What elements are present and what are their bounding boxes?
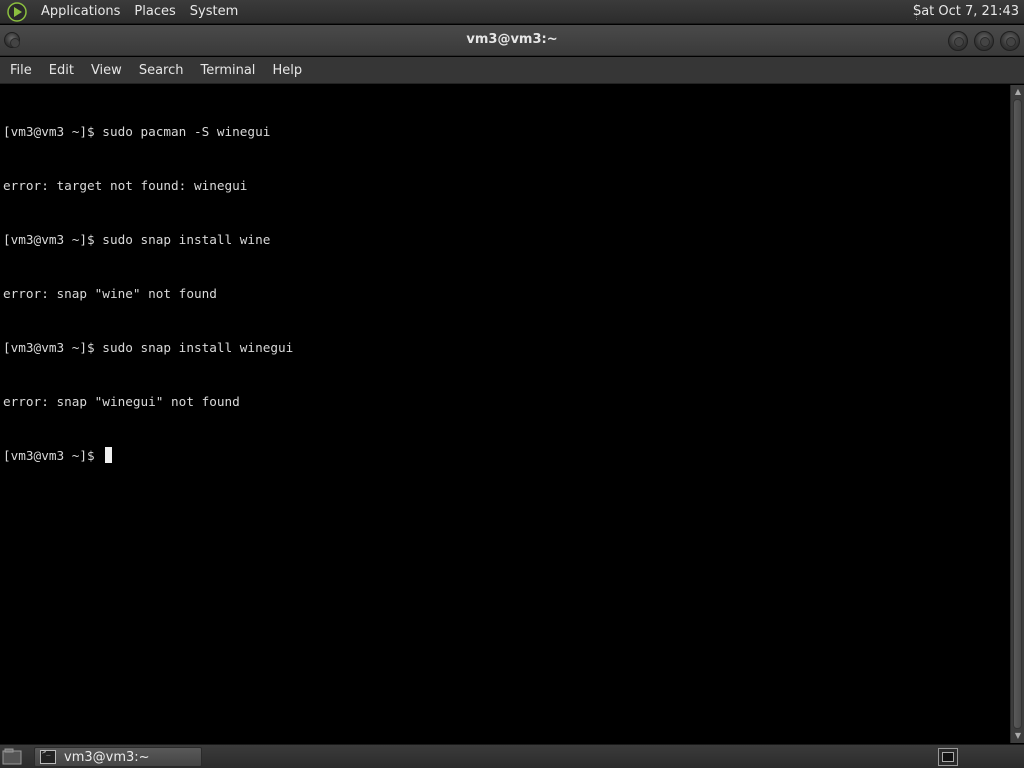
terminal-scrollbar[interactable]: ▲ ▼	[1010, 85, 1024, 743]
system-menu[interactable]: System	[183, 0, 245, 24]
menu-view[interactable]: View	[84, 57, 129, 84]
terminal-icon	[40, 748, 56, 764]
minimize-button[interactable]	[948, 31, 968, 51]
menu-edit[interactable]: Edit	[42, 57, 81, 84]
clock[interactable]: Sat Oct 7, 21:43	[913, 0, 1019, 24]
maximize-icon	[974, 31, 994, 51]
taskbar-task-label: vm3@vm3:~	[64, 749, 150, 765]
close-icon	[1000, 31, 1020, 51]
terminal-output[interactable]: [vm3@vm3 ~]$ sudo pacman -S winegui erro…	[0, 85, 1010, 743]
terminal-line: error: target not found: winegui	[3, 178, 248, 193]
minimize-icon	[948, 31, 968, 51]
scrollbar-thumb[interactable]	[1013, 99, 1022, 729]
terminal-line: [vm3@vm3 ~]$ sudo snap install wine	[3, 232, 271, 247]
scroll-down-arrow-icon[interactable]: ▼	[1013, 731, 1023, 741]
close-button[interactable]	[1000, 31, 1020, 51]
top-panel: Applications Places System Sat Oct 7, 21…	[0, 0, 1024, 24]
terminal-line: error: snap "winegui" not found	[3, 394, 240, 409]
maximize-button[interactable]	[974, 31, 994, 51]
terminal-line: [vm3@vm3 ~]$ sudo pacman -S winegui	[3, 124, 271, 139]
show-desktop-icon[interactable]	[2, 748, 22, 766]
menu-search[interactable]: Search	[132, 57, 191, 84]
workspace-switcher-icon[interactable]	[938, 748, 958, 766]
text-cursor	[105, 447, 113, 463]
window-titlebar[interactable]: vm3@vm3:~	[0, 25, 1024, 56]
bottom-panel: vm3@vm3:~	[0, 744, 1024, 768]
taskbar-terminal-button[interactable]: vm3@vm3:~	[34, 747, 202, 767]
applications-menu[interactable]: Applications	[34, 0, 127, 24]
menu-terminal[interactable]: Terminal	[193, 57, 262, 84]
terminal-prompt-line[interactable]: [vm3@vm3 ~]$	[3, 447, 1010, 465]
menu-help[interactable]: Help	[265, 57, 309, 84]
places-menu[interactable]: Places	[127, 0, 182, 24]
menu-file[interactable]: File	[3, 57, 39, 84]
scroll-up-arrow-icon[interactable]: ▲	[1013, 87, 1023, 97]
terminal-line: error: snap "wine" not found	[3, 286, 217, 301]
terminal-prompt: [vm3@vm3 ~]$	[3, 448, 103, 463]
terminal-line: [vm3@vm3 ~]$ sudo snap install winegui	[3, 340, 294, 355]
terminal-menubar: File Edit View Search Terminal Help	[0, 57, 1024, 84]
window-title: vm3@vm3:~	[466, 32, 558, 47]
distro-logo-icon[interactable]	[6, 1, 28, 23]
